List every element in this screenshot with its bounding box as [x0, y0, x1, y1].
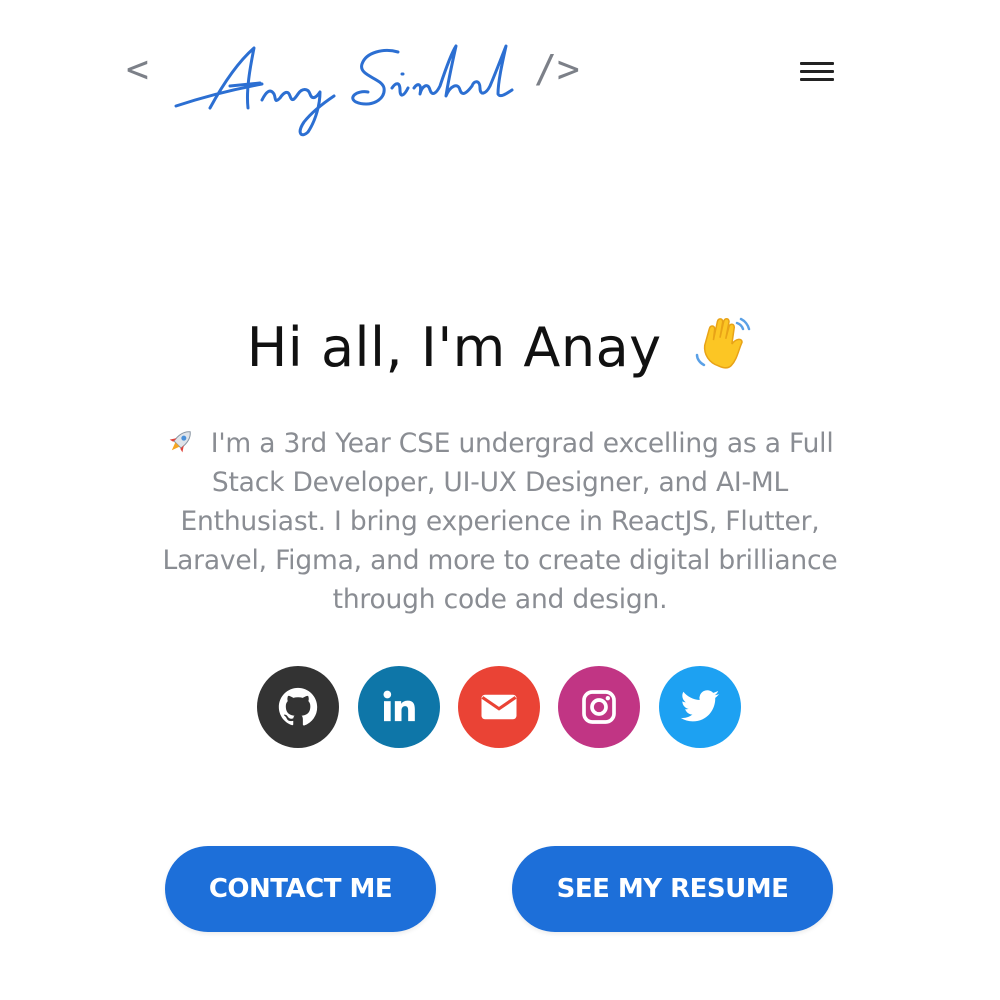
github-icon [278, 687, 318, 726]
linkedin-link[interactable] [358, 666, 440, 748]
menu-line [800, 70, 834, 73]
menu-line [800, 78, 834, 81]
menu-line [800, 62, 834, 65]
instagram-icon [582, 690, 616, 724]
greeting-heading: Hi all, I'm Anay [0, 312, 1000, 379]
linkedin-icon [383, 690, 415, 722]
instagram-link[interactable] [558, 666, 640, 748]
intro-paragraph: I'm a 3rd Year CSE undergrad excelling a… [140, 424, 860, 619]
twitter-icon [680, 690, 720, 722]
twitter-link[interactable] [659, 666, 741, 748]
github-link[interactable] [257, 666, 339, 748]
hamburger-menu-icon[interactable] [796, 58, 838, 90]
portfolio-page: < /> Hi all, I'm Anay I'm a 3rd Year CSE… [0, 0, 1000, 1000]
waving-hand-icon [696, 318, 751, 369]
logo-close-bracket: /> [534, 47, 580, 91]
logo-open-bracket: < [126, 47, 149, 91]
email-link[interactable] [458, 666, 540, 748]
contact-me-button[interactable]: CONTACT ME [165, 846, 436, 932]
header: < /> [0, 0, 1000, 150]
logo-signature[interactable] [170, 38, 532, 138]
intro-text: I'm a 3rd Year CSE undergrad excelling a… [162, 428, 838, 615]
greeting-title: Hi all, I'm Anay [246, 315, 662, 379]
social-links [257, 666, 757, 750]
mail-icon [481, 694, 517, 720]
rocket-icon [170, 431, 192, 453]
see-my-resume-button[interactable]: SEE MY RESUME [512, 846, 833, 932]
